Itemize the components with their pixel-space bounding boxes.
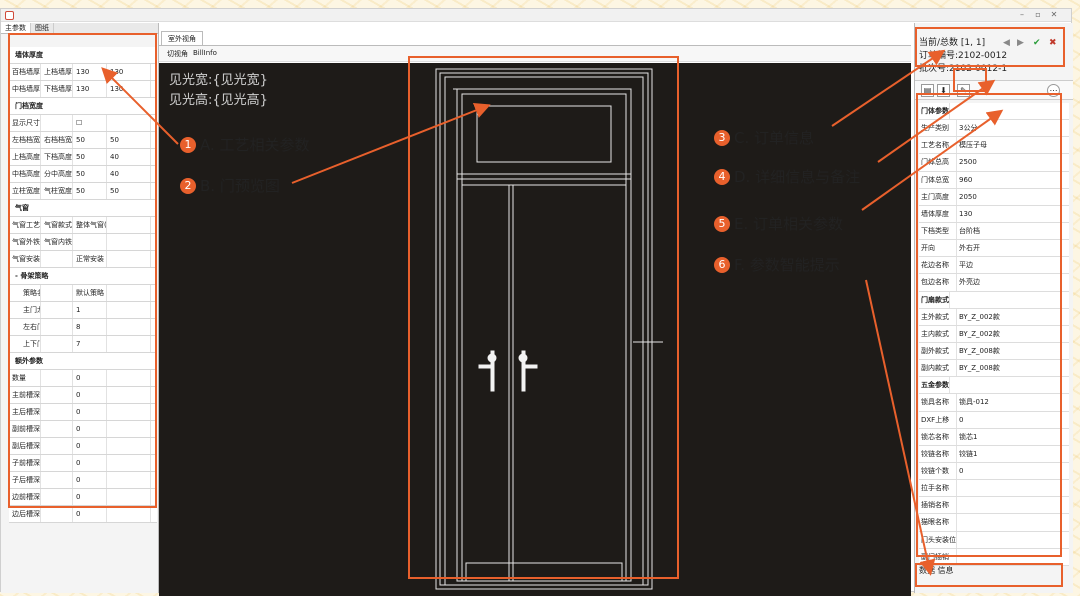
annotation-arrows bbox=[101, 49, 1004, 576]
annotation-door-preview: 2 B. 门预览图 bbox=[180, 175, 280, 196]
annotation-order-params: 5 E. 订单相关参数 bbox=[714, 213, 843, 234]
annotation-details-notes: 4 D. 详细信息与备注 bbox=[714, 166, 860, 187]
annotation-process-params: 1 A. 工艺相关参数 bbox=[180, 134, 310, 155]
annotation-smart-hint: 6 F. 参数智能提示 bbox=[714, 254, 840, 275]
annotation-order-info: 3 C. 订单信息 bbox=[714, 127, 814, 148]
